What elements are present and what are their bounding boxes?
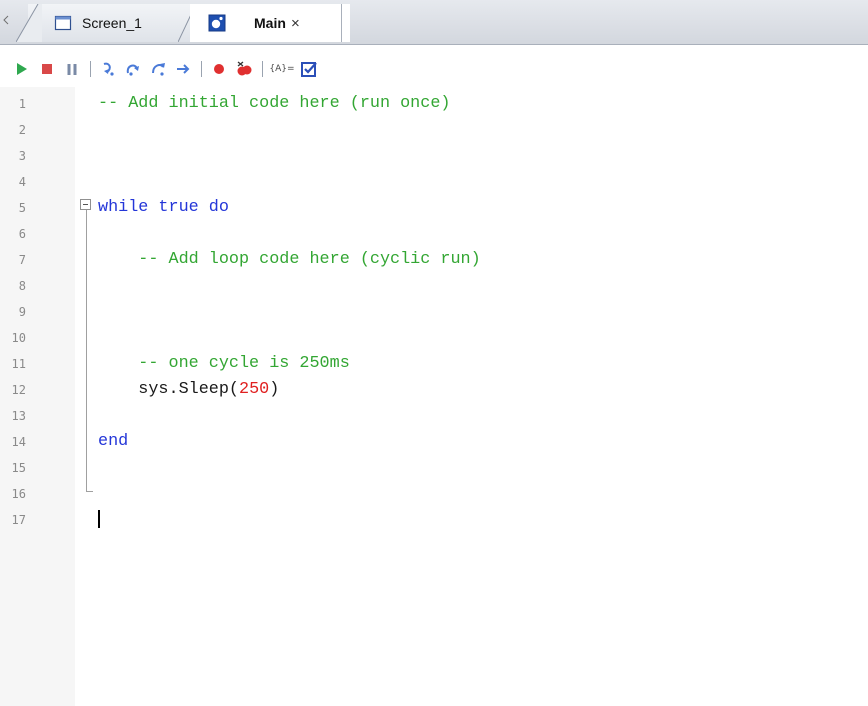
run-to-cursor-button[interactable] <box>174 59 192 79</box>
step-out-icon <box>152 63 165 76</box>
code-token-comment: -- one cycle is 250ms <box>98 354 350 373</box>
clear-breakpoints-button[interactable] <box>235 59 253 79</box>
tab-label-main: Main <box>254 15 286 31</box>
toolbar-separator <box>90 61 91 77</box>
stop-icon <box>42 64 52 74</box>
screen-window-icon <box>54 15 72 31</box>
line-number: 5 <box>18 201 26 215</box>
line-number: 14 <box>11 435 26 449</box>
line-number: 13 <box>11 409 26 423</box>
step-into-button[interactable] <box>99 59 117 79</box>
checkbox-icon <box>301 62 317 77</box>
code-token-keyword: end <box>98 432 129 451</box>
tab-right-border <box>341 4 342 42</box>
run-button[interactable] <box>13 59 31 79</box>
code-line[interactable]: sys.Sleep(250) <box>98 377 279 403</box>
check-syntax-button[interactable] <box>300 59 318 79</box>
code-line[interactable]: -- Add loop code here (cyclic run) <box>98 247 481 273</box>
tab-screen-1[interactable]: Screen_1 <box>16 4 208 42</box>
code-token-plain: ) <box>269 380 280 399</box>
code-token-keyword: while true do <box>98 198 229 217</box>
line-number: 10 <box>11 331 26 345</box>
line-number: 12 <box>11 383 26 397</box>
stop-button[interactable] <box>38 59 56 79</box>
debug-toolbar: {A}= <box>0 55 868 83</box>
line-number-gutter: 1 2 3 4 5 6 7 8 9 10 11 12 13 14 15 16 17 <box>0 87 75 706</box>
code-line[interactable]: -- Add initial code here (run once) <box>98 91 450 117</box>
variables-icon: {A}= <box>269 64 295 74</box>
code-token-comment: -- Add loop code here (cyclic run) <box>98 250 481 269</box>
close-tab-icon[interactable]: × <box>291 16 300 31</box>
step-into-icon <box>103 62 114 76</box>
fold-collapse-icon[interactable] <box>80 199 91 210</box>
step-over-button[interactable] <box>124 59 142 79</box>
line-number: 17 <box>11 513 26 527</box>
code-token-number: 250 <box>239 380 270 399</box>
line-number: 11 <box>11 357 26 371</box>
code-token-comment: -- Add initial code here (run once) <box>98 94 451 113</box>
line-number: 7 <box>18 253 26 267</box>
line-number: 16 <box>11 487 26 501</box>
tab-left-edge <box>16 4 42 42</box>
fold-guide-line <box>86 210 87 492</box>
code-line[interactable]: while true do <box>98 195 229 221</box>
scroll-tabs-left-icon[interactable] <box>2 10 14 30</box>
line-number: 4 <box>18 175 26 189</box>
tab-label-screen-1: Screen_1 <box>82 15 142 31</box>
code-line[interactable]: end <box>98 429 128 455</box>
watch-variables-button[interactable]: {A}= <box>269 59 295 79</box>
breakpoint-icon <box>214 64 224 74</box>
line-number: 8 <box>18 279 26 293</box>
toolbar-separator <box>262 61 263 77</box>
fold-guide-end <box>86 491 93 492</box>
step-over-icon <box>126 64 139 76</box>
line-number: 3 <box>18 149 26 163</box>
line-number: 15 <box>11 461 26 475</box>
step-out-button[interactable] <box>149 59 167 79</box>
text-cursor <box>98 510 100 528</box>
tab-strip: Screen_1 Main × <box>0 0 868 45</box>
play-icon <box>17 63 27 75</box>
toggle-breakpoint-button[interactable] <box>210 59 228 79</box>
line-number: 6 <box>18 227 26 241</box>
pause-button[interactable] <box>63 59 81 79</box>
tab-main[interactable]: Main × <box>190 4 350 42</box>
clear-breakpoints-icon <box>237 61 252 76</box>
toolbar-separator <box>201 61 202 77</box>
line-number: 2 <box>18 123 26 137</box>
script-file-icon <box>208 14 226 32</box>
arrow-right-icon <box>177 64 190 74</box>
code-token-plain: sys.Sleep( <box>98 380 239 399</box>
pause-icon <box>67 63 77 75</box>
line-number: 1 <box>18 97 26 111</box>
code-editor[interactable]: 1 2 3 4 5 6 7 8 9 10 11 12 13 14 15 16 17 -- Add initial… <box>0 87 868 706</box>
code-line[interactable]: -- one cycle is 250ms <box>98 351 350 377</box>
line-number: 9 <box>18 305 26 319</box>
